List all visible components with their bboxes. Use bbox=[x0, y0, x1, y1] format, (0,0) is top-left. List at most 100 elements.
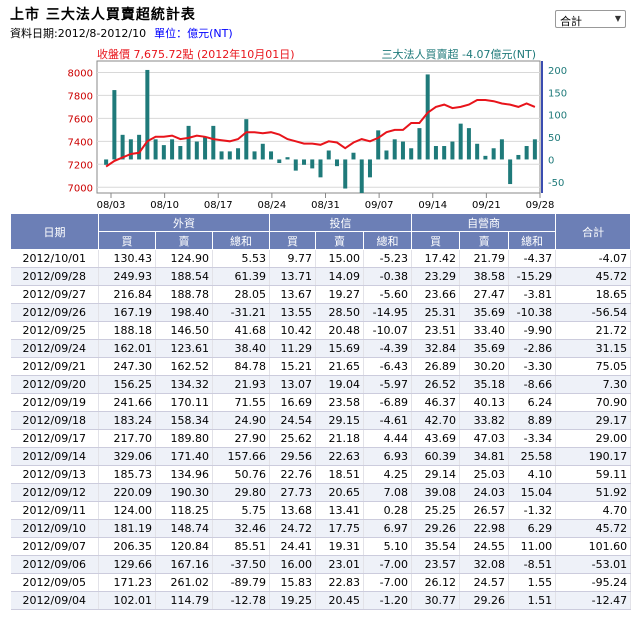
net-bar bbox=[376, 130, 381, 160]
date-range: 資料日期:2012/8-2012/10 bbox=[10, 27, 147, 40]
row-value: 23.58 bbox=[315, 393, 365, 412]
header-trust-sell: 賣 bbox=[315, 231, 365, 250]
row-value: 13.55 bbox=[269, 303, 317, 322]
row-value: 29.26 bbox=[459, 591, 510, 610]
row-value: 183.24 bbox=[98, 411, 156, 430]
table-row: 2012/09/20 156.25 134.32 21.93 13.07 19.04 -5.… bbox=[10, 375, 632, 394]
net-bar bbox=[128, 139, 133, 160]
row-value: 167.19 bbox=[98, 303, 156, 322]
row-date: 2012/09/10 bbox=[10, 519, 99, 538]
x-tick-label: 09/21 bbox=[472, 200, 501, 210]
header-foreign: 外資 bbox=[97, 213, 271, 232]
row-value: 9.77 bbox=[269, 249, 317, 268]
row-date: 2012/09/20 bbox=[10, 375, 99, 394]
row-value: 23.57 bbox=[411, 555, 461, 574]
table-row: 2012/09/28 249.93 188.54 61.39 13.71 14.09 -0.… bbox=[10, 267, 632, 286]
row-value: 34.81 bbox=[459, 447, 510, 466]
row-value: 4.25 bbox=[363, 465, 413, 484]
net-bar bbox=[170, 139, 175, 160]
row-value: -3.34 bbox=[508, 429, 557, 448]
row-value: 24.41 bbox=[269, 537, 317, 556]
row-value: 15.83 bbox=[269, 573, 317, 592]
net-bar bbox=[203, 137, 208, 160]
row-value: 42.70 bbox=[411, 411, 461, 430]
row-value: -5.23 bbox=[363, 249, 413, 268]
row-value: -6.89 bbox=[363, 393, 413, 412]
row-value: 21.72 bbox=[555, 321, 632, 340]
row-date: 2012/09/25 bbox=[10, 321, 99, 340]
row-value: 26.57 bbox=[459, 501, 510, 520]
row-value: 31.15 bbox=[555, 339, 632, 358]
row-value: 13.71 bbox=[269, 267, 317, 286]
page-header: 上市 三大法人買賣超統計表 資料日期:2012/8-2012/10 單位：億元(N… bbox=[10, 4, 233, 41]
row-value: 40.13 bbox=[459, 393, 510, 412]
row-value: 22.98 bbox=[459, 519, 510, 538]
header-date: 日期 bbox=[10, 213, 99, 250]
row-value: 27.73 bbox=[269, 483, 317, 502]
row-value: -4.37 bbox=[508, 249, 557, 268]
net-bar bbox=[161, 145, 166, 160]
row-value: 41.68 bbox=[212, 321, 271, 340]
row-value: 10.42 bbox=[269, 321, 317, 340]
row-value: 217.70 bbox=[98, 429, 156, 448]
row-value: -4.07 bbox=[555, 249, 632, 268]
row-value: 15.04 bbox=[508, 483, 557, 502]
row-value: -3.81 bbox=[508, 285, 557, 304]
row-value: 220.09 bbox=[98, 483, 156, 502]
table-row: 2012/09/11 124.00 118.25 5.75 13.68 13.41 0.28… bbox=[10, 501, 632, 520]
row-value: 24.54 bbox=[269, 411, 317, 430]
net-bar bbox=[178, 146, 183, 160]
row-value: 162.52 bbox=[155, 357, 213, 376]
row-value: 118.25 bbox=[155, 501, 213, 520]
left-tick-label: 7200 bbox=[68, 160, 93, 171]
right-tick-label: 150 bbox=[548, 88, 567, 99]
row-value: 35.69 bbox=[459, 339, 510, 358]
row-value: 156.25 bbox=[98, 375, 156, 394]
row-value: 29.00 bbox=[555, 429, 632, 448]
row-value: 25.62 bbox=[269, 429, 317, 448]
row-value: 28.50 bbox=[315, 303, 365, 322]
net-bar bbox=[252, 151, 257, 160]
row-value: -8.66 bbox=[508, 375, 557, 394]
row-value: 13.68 bbox=[269, 501, 317, 520]
row-value: 15.69 bbox=[315, 339, 365, 358]
table-row: 2012/09/24 162.01 123.61 38.40 11.29 15.69 -4.… bbox=[10, 339, 632, 358]
row-value: 25.03 bbox=[459, 465, 510, 484]
row-value: -1.32 bbox=[508, 501, 557, 520]
row-date: 2012/09/24 bbox=[10, 339, 99, 358]
net-bar bbox=[244, 119, 249, 160]
row-value: 61.39 bbox=[212, 267, 271, 286]
row-value: -8.51 bbox=[508, 555, 557, 574]
market-select[interactable]: 合計 ▼ bbox=[555, 10, 626, 28]
row-value: -10.38 bbox=[508, 303, 557, 322]
row-date: 2012/09/17 bbox=[10, 429, 99, 448]
row-value: 124.90 bbox=[155, 249, 213, 268]
row-value: 29.14 bbox=[411, 465, 461, 484]
x-tick-label: 08/10 bbox=[150, 200, 179, 210]
row-value: 206.35 bbox=[98, 537, 156, 556]
row-value: 188.18 bbox=[98, 321, 156, 340]
net-bar bbox=[425, 74, 430, 160]
row-date: 2012/09/21 bbox=[10, 357, 99, 376]
net-bar bbox=[491, 148, 496, 160]
net-bar bbox=[326, 150, 331, 160]
net-bar bbox=[227, 151, 232, 160]
net-bar bbox=[310, 159, 315, 169]
row-value: 70.90 bbox=[555, 393, 632, 412]
row-value: 25.25 bbox=[411, 501, 461, 520]
row-date: 2012/09/13 bbox=[10, 465, 99, 484]
left-tick-label: 7400 bbox=[68, 137, 93, 148]
row-date: 2012/09/26 bbox=[10, 303, 99, 322]
row-value: 20.45 bbox=[315, 591, 365, 610]
row-value: 0.28 bbox=[363, 501, 413, 520]
row-value: 241.66 bbox=[98, 393, 156, 412]
table-row: 2012/09/18 183.24 158.34 24.90 24.54 29.15 -4.… bbox=[10, 411, 632, 430]
row-value: 6.93 bbox=[363, 447, 413, 466]
row-value: -12.78 bbox=[212, 591, 271, 610]
right-tick-label: 0 bbox=[548, 155, 554, 166]
row-value: 27.47 bbox=[459, 285, 510, 304]
net-label: 三大法人買賣超 -4.07億元(NT) bbox=[382, 48, 537, 61]
row-value: -89.79 bbox=[212, 573, 271, 592]
row-value: -0.38 bbox=[363, 267, 413, 286]
row-value: 45.72 bbox=[555, 519, 632, 538]
